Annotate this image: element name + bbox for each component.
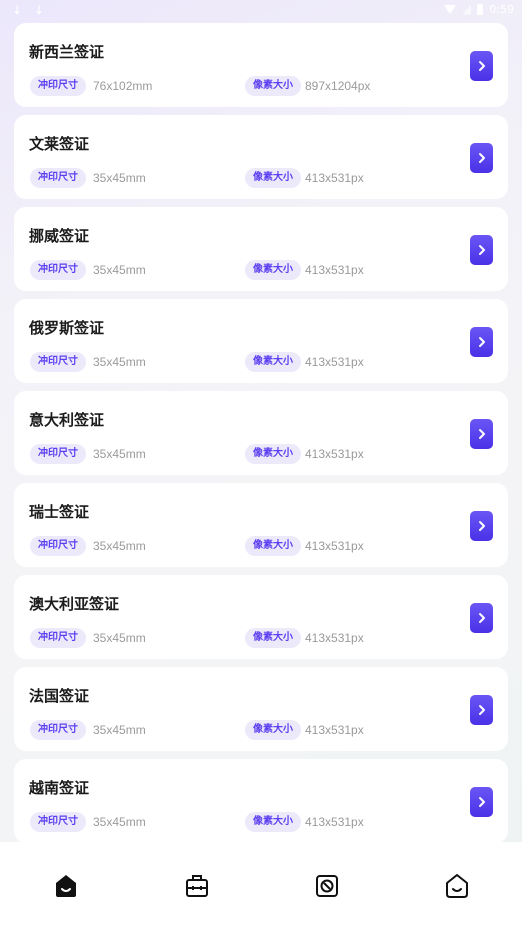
tab-camera[interactable] xyxy=(314,873,340,899)
print-size-tag: 冲印尺寸 xyxy=(30,352,86,372)
open-visa-button[interactable] xyxy=(470,235,493,265)
print-size-tag: 冲印尺寸 xyxy=(30,168,86,188)
visa-title: 法国签证 xyxy=(29,687,90,705)
pixel-size-value: 413x531px xyxy=(305,355,364,369)
visa-title: 瑞士签证 xyxy=(29,503,90,521)
chevron-right-icon xyxy=(478,613,485,623)
print-size-value: 35x45mm xyxy=(93,263,146,277)
tab-toolbox[interactable] xyxy=(184,873,210,899)
open-visa-button[interactable] xyxy=(470,603,493,633)
chevron-right-icon xyxy=(478,337,485,347)
print-size-tag: 冲印尺寸 xyxy=(30,812,86,832)
print-size-value: 35x45mm xyxy=(93,539,146,553)
print-size-tag: 冲印尺寸 xyxy=(30,628,86,648)
chevron-right-icon xyxy=(478,429,485,439)
pixel-size-tag: 像素大小 xyxy=(245,168,301,188)
pixel-size-value: 413x531px xyxy=(305,171,364,185)
print-size-value: 35x45mm xyxy=(93,815,146,829)
open-visa-button[interactable] xyxy=(470,511,493,541)
pixel-size-value: 413x531px xyxy=(305,815,364,829)
tab-home[interactable] xyxy=(54,873,80,899)
visa-title: 澳大利亚签证 xyxy=(29,595,120,613)
pixel-size-tag: 像素大小 xyxy=(245,628,301,648)
toolbox-icon xyxy=(186,875,208,897)
pixel-size-value: 413x531px xyxy=(305,263,364,277)
pixel-size-tag: 像素大小 xyxy=(245,76,301,96)
chevron-right-icon xyxy=(478,797,485,807)
download-icon: ↓ xyxy=(34,3,45,17)
pixel-size-value: 413x531px xyxy=(305,723,364,737)
visa-title: 挪威签证 xyxy=(29,227,90,245)
visa-card[interactable]: 瑞士签证 冲印尺寸 35x45mm 像素大小 413x531px xyxy=(14,483,508,567)
home-icon xyxy=(56,875,76,897)
print-size-tag: 冲印尺寸 xyxy=(30,720,86,740)
visa-title: 文莱签证 xyxy=(29,135,90,153)
visa-card[interactable]: 新西兰签证 冲印尺寸 76x102mm 像素大小 897x1204px xyxy=(14,23,508,107)
profile-icon xyxy=(446,874,468,898)
print-size-tag: 冲印尺寸 xyxy=(30,536,86,556)
status-time: 0:59 xyxy=(489,3,514,16)
chevron-right-icon xyxy=(478,521,485,531)
visa-title: 意大利签证 xyxy=(29,411,105,429)
pixel-size-tag: 像素大小 xyxy=(245,720,301,740)
chevron-right-icon xyxy=(478,245,485,255)
tab-profile[interactable] xyxy=(444,873,470,899)
download-icon: ↓ xyxy=(12,3,23,17)
open-visa-button[interactable] xyxy=(470,143,493,173)
print-size-tag: 冲印尺寸 xyxy=(30,444,86,464)
camera-icon xyxy=(316,875,338,897)
visa-card[interactable]: 意大利签证 冲印尺寸 35x45mm 像素大小 413x531px xyxy=(14,391,508,475)
visa-card[interactable]: 澳大利亚签证 冲印尺寸 35x45mm 像素大小 413x531px xyxy=(14,575,508,659)
visa-card[interactable]: 法国签证 冲印尺寸 35x45mm 像素大小 413x531px xyxy=(14,667,508,751)
print-size-value: 76x102mm xyxy=(93,79,153,93)
chevron-right-icon xyxy=(478,61,485,71)
visa-title: 新西兰签证 xyxy=(29,43,105,61)
visa-title: 俄罗斯签证 xyxy=(29,319,105,337)
print-size-value: 35x45mm xyxy=(93,631,146,645)
chevron-right-icon xyxy=(478,705,485,715)
visa-title: 越南签证 xyxy=(29,779,90,797)
pixel-size-value: 413x531px xyxy=(305,447,364,461)
visa-card[interactable]: 挪威签证 冲印尺寸 35x45mm 像素大小 413x531px xyxy=(14,207,508,291)
open-visa-button[interactable] xyxy=(470,695,493,725)
print-size-tag: 冲印尺寸 xyxy=(30,76,86,96)
pixel-size-tag: 像素大小 xyxy=(245,536,301,556)
open-visa-button[interactable] xyxy=(470,787,493,817)
visa-card[interactable]: 俄罗斯签证 冲印尺寸 35x45mm 像素大小 413x531px xyxy=(14,299,508,383)
print-size-value: 35x45mm xyxy=(93,171,146,185)
open-visa-button[interactable] xyxy=(470,51,493,81)
print-size-tag: 冲印尺寸 xyxy=(30,260,86,280)
print-size-value: 35x45mm xyxy=(93,355,146,369)
status-bar: ↓ ↓ 0:59 xyxy=(0,0,522,22)
battery-icon xyxy=(477,4,484,15)
visa-card[interactable]: 文莱签证 冲印尺寸 35x45mm 像素大小 413x531px xyxy=(14,115,508,199)
visa-list: 新西兰签证 冲印尺寸 76x102mm 像素大小 897x1204px 文莱签证… xyxy=(14,23,508,851)
pixel-size-value: 897x1204px xyxy=(305,79,371,93)
signal-icon xyxy=(462,4,472,15)
pixel-size-value: 413x531px xyxy=(305,631,364,645)
pixel-size-value: 413x531px xyxy=(305,539,364,553)
pixel-size-tag: 像素大小 xyxy=(245,444,301,464)
pixel-size-tag: 像素大小 xyxy=(245,812,301,832)
open-visa-button[interactable] xyxy=(470,327,493,357)
visa-card[interactable]: 越南签证 冲印尺寸 35x45mm 像素大小 413x531px xyxy=(14,759,508,843)
print-size-value: 35x45mm xyxy=(93,723,146,737)
pixel-size-tag: 像素大小 xyxy=(245,260,301,280)
open-visa-button[interactable] xyxy=(470,419,493,449)
wifi-icon xyxy=(444,5,457,14)
bottom-tab-bar xyxy=(0,842,522,928)
chevron-right-icon xyxy=(478,153,485,163)
print-size-value: 35x45mm xyxy=(93,447,146,461)
pixel-size-tag: 像素大小 xyxy=(245,352,301,372)
